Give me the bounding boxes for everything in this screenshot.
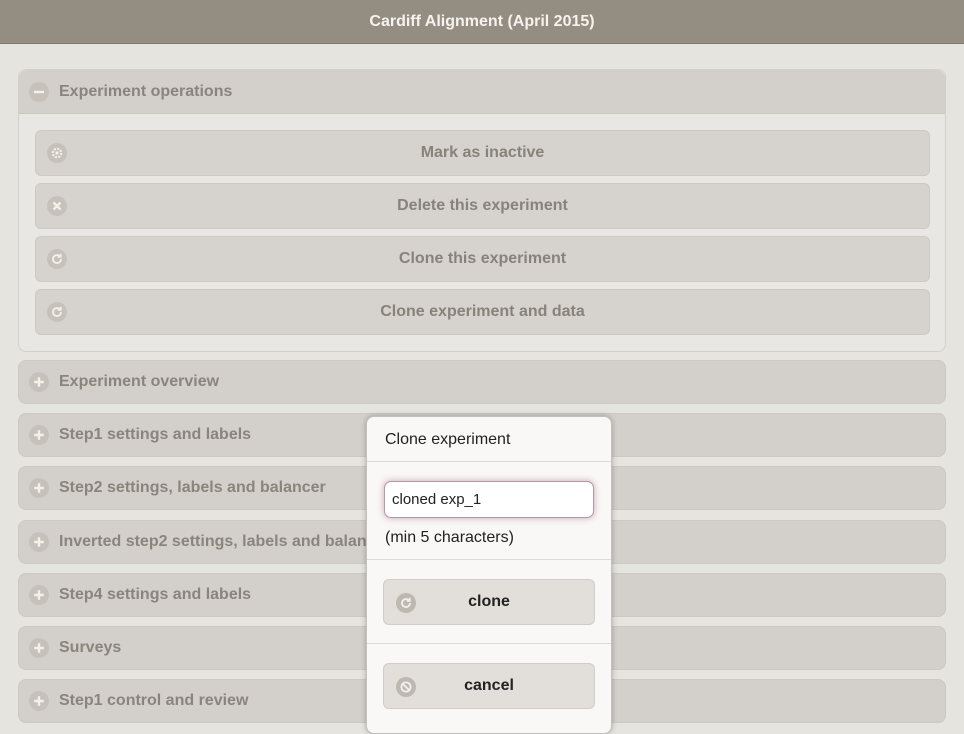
- cancel-button-label: cancel: [464, 677, 514, 694]
- section-label: Experiment overview: [59, 373, 220, 390]
- plus-icon: [29, 372, 49, 392]
- cancel-icon: [396, 677, 416, 697]
- plus-icon: [29, 425, 49, 445]
- app-header: Cardiff Alignment (April 2015): [0, 0, 964, 44]
- delete-experiment-label: Delete this experiment: [397, 197, 568, 214]
- section-label: Step1 control and review: [59, 692, 249, 709]
- plus-icon: [29, 532, 49, 552]
- section-experiment-overview[interactable]: Experiment overview: [18, 360, 946, 404]
- clone-button-label: clone: [468, 593, 510, 610]
- dialog-divider: [367, 559, 611, 560]
- section-label: Surveys: [59, 639, 122, 656]
- plus-icon: [29, 638, 49, 658]
- experiment-operations-group: Experiment operations Mark as inactive D…: [18, 69, 946, 352]
- dialog-divider: [367, 643, 611, 644]
- clone-experiment-button[interactable]: Clone this experiment: [35, 236, 930, 282]
- plus-icon: [29, 691, 49, 711]
- clone-experiment-data-button[interactable]: Clone experiment and data: [35, 289, 930, 335]
- clone-experiment-label: Clone this experiment: [398, 250, 567, 267]
- refresh-icon: [47, 302, 67, 322]
- plus-icon: [29, 585, 49, 605]
- mark-inactive-label: Mark as inactive: [420, 144, 545, 161]
- clone-experiment-dialog: Clone experiment (min 5 characters) clon…: [366, 416, 612, 734]
- section-label: Step1 settings and labels: [59, 426, 252, 443]
- refresh-icon: [47, 249, 67, 269]
- input-hint: (min 5 characters): [385, 529, 514, 546]
- experiment-operations-header[interactable]: Experiment operations: [19, 70, 945, 114]
- minus-icon: [29, 81, 49, 102]
- clone-experiment-data-label: Clone experiment and data: [380, 303, 585, 320]
- gear-icon: [47, 143, 67, 163]
- section-label: Step4 settings and labels: [59, 586, 252, 603]
- mark-inactive-button[interactable]: Mark as inactive: [35, 130, 930, 176]
- plus-icon: [29, 478, 49, 498]
- section-label: Inverted step2 settings, labels and bala…: [59, 533, 367, 550]
- dialog-title: Clone experiment: [385, 431, 511, 448]
- delete-experiment-button[interactable]: Delete this experiment: [35, 183, 930, 229]
- cancel-button[interactable]: cancel: [383, 663, 595, 709]
- page-title: Cardiff Alignment (April 2015): [369, 12, 595, 30]
- clone-name-input[interactable]: [384, 481, 594, 518]
- clone-button[interactable]: clone: [383, 579, 595, 625]
- dialog-divider: [367, 461, 611, 462]
- delete-icon: [47, 196, 67, 216]
- refresh-icon: [396, 593, 416, 613]
- section-label: Step2 settings, labels and balancer: [59, 479, 326, 496]
- experiment-operations-label: Experiment operations: [59, 82, 233, 100]
